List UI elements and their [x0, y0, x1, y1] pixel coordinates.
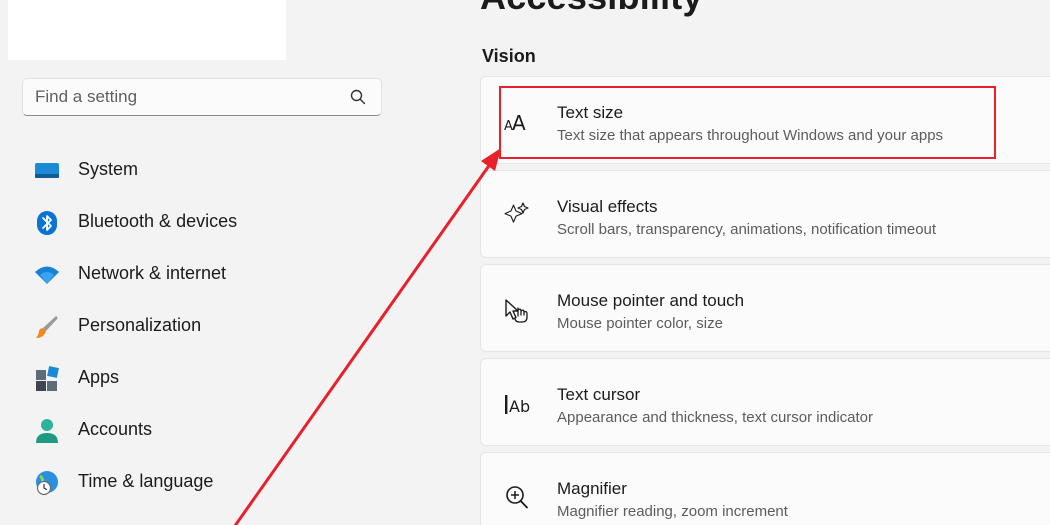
sidebar-item-bluetooth[interactable]: Bluetooth & devices [0, 196, 440, 248]
sidebar-item-network[interactable]: Network & internet [0, 248, 440, 300]
setting-card-description: Scroll bars, transparency, animations, n… [557, 221, 937, 238]
person-icon [36, 419, 58, 443]
sidebar-item-label: System [78, 159, 139, 179]
setting-card-description: Magnifier reading, zoom increment [557, 503, 788, 520]
search-icon[interactable] [349, 88, 367, 106]
wifi-icon [35, 266, 59, 284]
text-cursor-icon: Ab [505, 395, 530, 416]
setting-card-title: Mouse pointer and touch [557, 291, 745, 310]
sidebar-nav: System Bluetooth & devices Network & int… [0, 144, 440, 508]
annotation-highlight-box [499, 86, 996, 159]
setting-card-magnifier[interactable]: Magnifier Magnifier reading, zoom increm… [480, 452, 1050, 525]
search-box[interactable] [22, 78, 382, 116]
pointer-touch-icon [505, 299, 528, 323]
sidebar-item-personalization[interactable]: Personalization [0, 300, 440, 352]
profile-card[interactable] [8, 0, 286, 60]
setting-card-visual-effects[interactable]: Visual effects Scroll bars, transparency… [480, 170, 1050, 258]
svg-text:Ab: Ab [509, 397, 530, 416]
navigation-pane: System Bluetooth & devices Network & int… [0, 0, 460, 525]
setting-card-text-cursor[interactable]: Ab Text cursor Appearance and thickness,… [480, 358, 1050, 446]
sidebar-item-apps[interactable]: Apps [0, 352, 440, 404]
section-title-vision: Vision [482, 46, 536, 66]
page-title: Accessibility [480, 0, 703, 18]
sidebar-item-label: Bluetooth & devices [78, 211, 238, 231]
settings-window: System Bluetooth & devices Network & int… [0, 0, 1050, 525]
setting-card-mouse-pointer[interactable]: Mouse pointer and touch Mouse pointer co… [480, 264, 1050, 352]
sidebar-item-system[interactable]: System [0, 144, 440, 196]
sidebar-item-label: Apps [78, 367, 120, 387]
paintbrush-icon [36, 316, 58, 338]
bluetooth-icon [37, 211, 57, 235]
setting-card-title: Visual effects [557, 197, 658, 216]
globe-clock-icon [36, 471, 58, 496]
magnifier-icon [506, 486, 528, 509]
sidebar-item-time-language[interactable]: Time & language [0, 456, 440, 508]
apps-icon [36, 366, 59, 391]
sidebar-item-label: Time & language [78, 471, 214, 491]
sidebar-item-accounts[interactable]: Accounts [0, 404, 440, 456]
sidebar-item-label: Network & internet [78, 263, 227, 283]
monitor-icon [35, 163, 59, 178]
sidebar-item-label: Personalization [78, 315, 202, 335]
search-input[interactable] [23, 79, 323, 115]
setting-card-description: Mouse pointer color, size [557, 315, 723, 332]
setting-card-description: Appearance and thickness, text cursor in… [557, 409, 874, 426]
sidebar-item-label: Accounts [78, 419, 153, 439]
setting-card-title: Magnifier [557, 479, 627, 498]
sparkle-icon [504, 202, 529, 223]
setting-card-title: Text cursor [557, 385, 641, 404]
